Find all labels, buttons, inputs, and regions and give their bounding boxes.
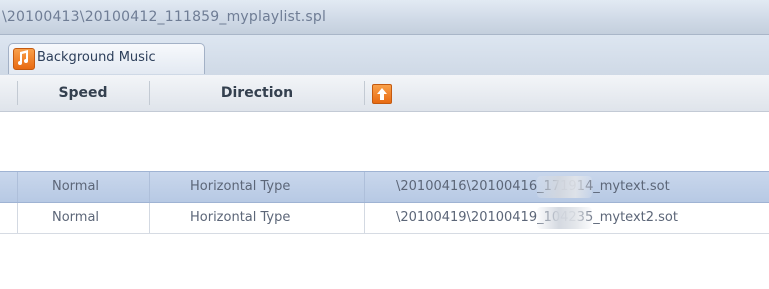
- column-header-direction[interactable]: Direction: [150, 75, 364, 111]
- redacted-region: [537, 176, 592, 198]
- cell-divider: [17, 203, 18, 233]
- list-item[interactable]: Normal Horizontal Type \20100419\2010041…: [0, 203, 769, 234]
- path-bar: \20100413\20100412_111859_myplaylist.spl: [0, 0, 769, 35]
- column-divider[interactable]: [364, 81, 365, 105]
- music-note-icon: [13, 48, 35, 70]
- tab-background-music[interactable]: Background Music: [8, 43, 205, 74]
- sort-arrow-icon[interactable]: [372, 84, 392, 104]
- cell-divider: [149, 172, 150, 202]
- redacted-region: [537, 207, 592, 229]
- list-header: Speed Direction: [0, 75, 769, 112]
- column-header-speed[interactable]: Speed: [18, 75, 148, 111]
- direction-cell: Horizontal Type: [190, 179, 291, 194]
- cell-divider: [17, 172, 18, 202]
- cell-divider: [364, 172, 365, 202]
- speed-cell: Normal: [52, 179, 100, 194]
- direction-cell: Horizontal Type: [190, 210, 291, 225]
- speed-cell: Normal: [52, 210, 100, 225]
- tab-strip: Background Music: [0, 35, 769, 75]
- list-item[interactable]: Normal Horizontal Type \20100416\2010041…: [0, 171, 769, 203]
- cell-divider: [364, 203, 365, 233]
- playlist-path: \20100413\20100412_111859_myplaylist.spl: [2, 9, 327, 25]
- cell-divider: [149, 203, 150, 233]
- tab-label: Background Music: [37, 50, 156, 65]
